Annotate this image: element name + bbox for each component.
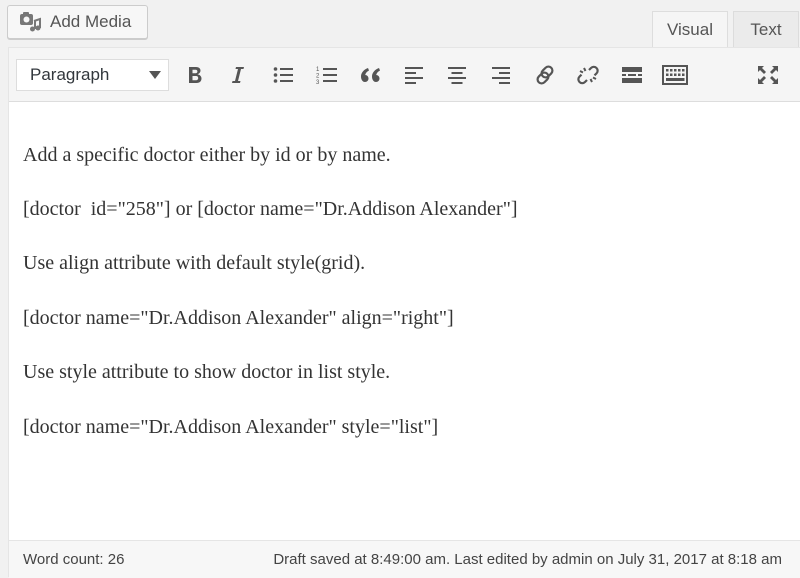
unlink-icon	[577, 65, 599, 85]
format-select[interactable]: Paragraph	[16, 59, 169, 91]
tab-visual-label: Visual	[667, 20, 713, 39]
bold-button[interactable]	[178, 59, 212, 91]
add-media-button[interactable]: Add Media	[7, 5, 148, 39]
editor-frame: Paragraph 1 2 3 Add a specific doctor ei…	[8, 47, 800, 578]
tab-text-label: Text	[750, 20, 782, 39]
align-right-button[interactable]	[484, 59, 518, 91]
fullscreen-button[interactable]	[751, 59, 785, 91]
blockquote-icon	[361, 68, 380, 82]
add-media-label: Add Media	[50, 12, 132, 31]
bulleted-list-button[interactable]	[266, 59, 300, 91]
word-count: Word count: 26	[23, 551, 125, 568]
align-right-icon	[492, 67, 510, 84]
numbered-list-icon: 1 2 3	[316, 67, 337, 85]
align-center-button[interactable]	[440, 59, 474, 91]
media-camera-music-icon	[19, 11, 41, 33]
italic-button[interactable]	[221, 59, 255, 91]
bulleted-list-icon	[273, 67, 293, 83]
link-icon	[536, 65, 554, 85]
remove-link-button[interactable]	[571, 59, 605, 91]
editor-status-bar: Word count: 26 Draft saved at 8:49:00 am…	[9, 540, 800, 578]
content-paragraph: Use align attribute with default style(g…	[23, 252, 366, 274]
align-left-icon	[405, 67, 423, 84]
numbered-list-digit-1: 1	[316, 67, 320, 73]
tab-text[interactable]: Text	[733, 11, 799, 48]
numbered-list-digit-2: 2	[316, 74, 320, 80]
editor-toolbar: Paragraph 1 2 3	[9, 48, 800, 102]
numbered-list-digit-3: 3	[316, 80, 320, 85]
content-paragraph: Add a specific doctor either by id or by…	[23, 144, 391, 166]
bold-icon	[189, 67, 202, 83]
align-left-button[interactable]	[397, 59, 431, 91]
insert-read-more-button[interactable]	[615, 59, 649, 91]
keyboard-toolbar-toggle-icon	[662, 65, 688, 85]
toolbar-toggle-button[interactable]	[658, 59, 692, 91]
content-paragraph: [doctor name="Dr.Addison Alexander" styl…	[23, 416, 439, 438]
italic-icon	[232, 67, 244, 83]
insert-link-button[interactable]	[528, 59, 562, 91]
tab-visual[interactable]: Visual	[652, 11, 728, 48]
content-paragraph: [doctor id="258"] or [doctor name="Dr.Ad…	[23, 198, 518, 220]
read-more-icon	[622, 67, 642, 83]
numbered-list-button[interactable]: 1 2 3	[310, 59, 344, 91]
editor-content-area[interactable]: Add a specific doctor either by id or by…	[9, 102, 800, 540]
content-paragraph: [doctor name="Dr.Addison Alexander" alig…	[23, 307, 454, 329]
content-paragraph: Use style attribute to show doctor in li…	[23, 361, 391, 383]
fullscreen-icon	[758, 66, 778, 84]
format-select-value: Paragraph	[30, 65, 110, 84]
chevron-down-icon	[149, 71, 161, 79]
blockquote-button[interactable]	[353, 59, 387, 91]
draft-saved-status: Draft saved at 8:49:00 am. Last edited b…	[273, 551, 782, 568]
align-center-icon	[448, 67, 466, 84]
